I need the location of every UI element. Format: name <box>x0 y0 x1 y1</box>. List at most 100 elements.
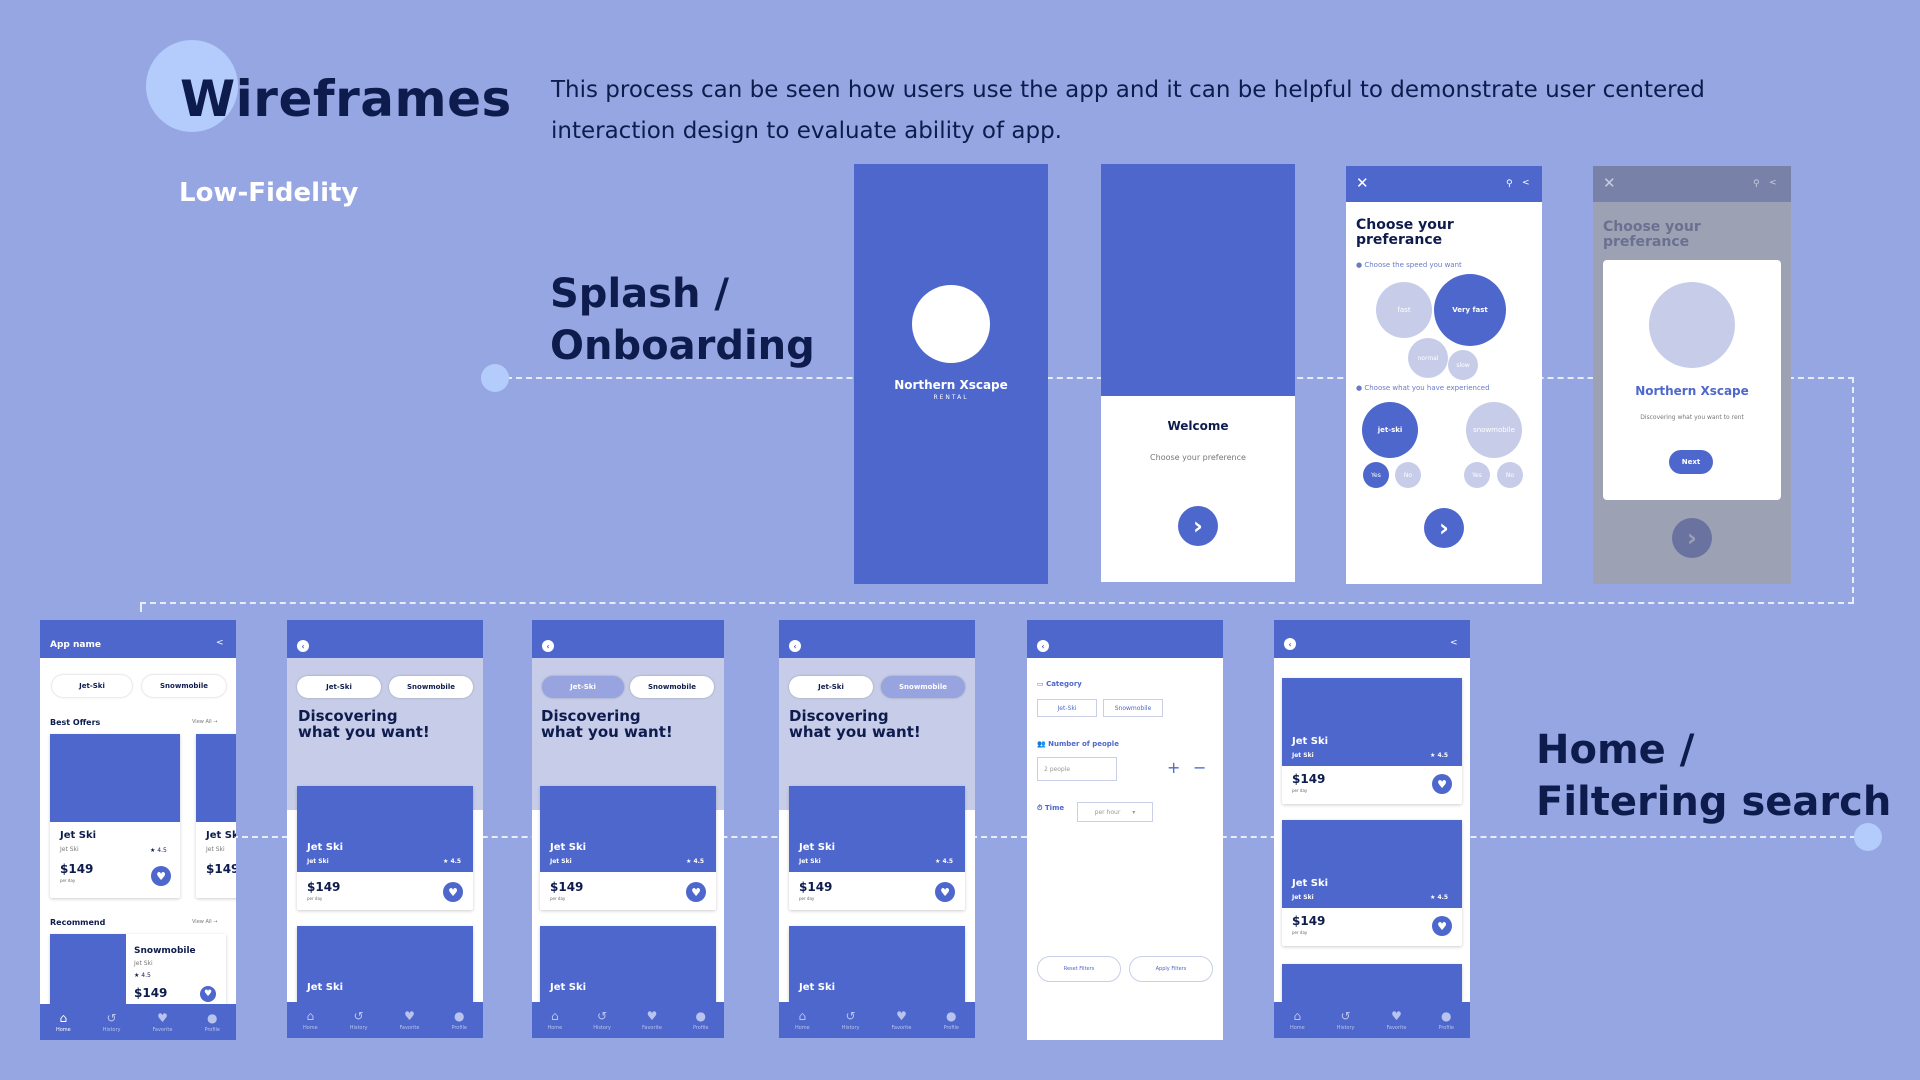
back-icon[interactable]: ‹ <box>1284 638 1296 650</box>
reset-filters-button[interactable]: Reset Filters <box>1037 956 1121 982</box>
exp-option-snowmobile[interactable]: snowmobile <box>1466 402 1522 458</box>
tab-snowmobile[interactable]: Snowmobile <box>630 676 714 698</box>
nav-history[interactable]: ↺ History <box>1337 1009 1355 1031</box>
tab-snowmobile[interactable]: Snowmobile <box>881 676 965 698</box>
product-card-per-day: per day <box>550 896 566 901</box>
speed-option-slow[interactable]: slow <box>1448 350 1478 380</box>
favorite-heart-icon[interactable]: ♥ <box>935 882 955 902</box>
product-card[interactable]: Jet Ski Jet Ski ★ 4.5 $149 per day ♥ <box>789 786 965 910</box>
people-plus-button[interactable]: + <box>1167 758 1180 777</box>
prefs-exp-label: ● Choose what you have experienced <box>1356 384 1490 392</box>
welcome-next-button[interactable]: › <box>1178 506 1218 546</box>
exp-option-jetski[interactable]: jet-ski <box>1362 402 1418 458</box>
product-card-2[interactable]: Jet Ski <box>789 926 965 1006</box>
offer-card-per-day: per day <box>60 878 76 883</box>
result-card[interactable]: Jet Ski Jet Ski ★ 4.5 $149 per day ♥ <box>1282 678 1462 804</box>
nav-home[interactable]: ⌂ Home <box>303 1009 318 1031</box>
nav-home[interactable]: ⌂ Home <box>1290 1009 1305 1031</box>
nav-home[interactable]: ⌂ Home <box>56 1011 71 1033</box>
nav-history[interactable]: ↺ History <box>103 1011 121 1033</box>
nav-profile[interactable]: ● Profile <box>204 1011 220 1033</box>
result-card-2-price: $149 <box>1292 914 1326 928</box>
speed-option-very-fast[interactable]: Very fast <box>1434 274 1506 346</box>
offer-card-rating: ★ 4.5 <box>150 847 167 854</box>
back-icon[interactable]: ‹ <box>542 640 554 652</box>
connector-dot-start <box>481 364 509 392</box>
recommend-card[interactable]: Snowmobile Jet Ski ★ 4.5 $149 ♥ <box>50 934 226 1014</box>
back-icon[interactable]: ‹ <box>789 640 801 652</box>
share-icon[interactable]: < <box>1522 178 1530 188</box>
nav-favorite[interactable]: ♥ Favorite <box>399 1009 419 1031</box>
nav-profile[interactable]: ● Profile <box>693 1009 709 1031</box>
best-offers-view-all[interactable]: View All → <box>192 719 217 725</box>
favorite-heart-icon[interactable]: ♥ <box>151 866 171 886</box>
tab-jetski[interactable]: Jet-Ski <box>52 675 132 697</box>
heart-icon: ♥ <box>896 1009 907 1023</box>
people-input[interactable]: 2 people <box>1037 757 1117 781</box>
speed-option-fast[interactable]: fast <box>1376 282 1432 338</box>
time-label-text: Time <box>1044 804 1065 812</box>
tab-snowmobile[interactable]: Snowmobile <box>389 676 473 698</box>
back-icon[interactable]: ‹ <box>1037 640 1049 652</box>
nav-profile[interactable]: ● Profile <box>451 1009 467 1031</box>
favorite-heart-icon[interactable]: ♥ <box>1432 916 1452 936</box>
tab-snowmobile[interactable]: Snowmobile <box>142 675 226 697</box>
snowmobile-no-button[interactable]: No <box>1497 462 1523 488</box>
nav-favorite[interactable]: ♥ Favorite <box>152 1011 172 1033</box>
favorite-heart-icon[interactable]: ♥ <box>443 882 463 902</box>
nav-profile[interactable]: ● Profile <box>943 1009 959 1031</box>
offer-card-2-image <box>196 734 236 822</box>
offer-card-2-price: $149 <box>206 862 236 876</box>
product-card[interactable]: Jet Ski Jet Ski ★ 4.5 $149 per day ♥ <box>297 786 473 910</box>
nav-history[interactable]: ↺ History <box>593 1009 611 1031</box>
product-card-2-title: Jet Ski <box>550 982 587 993</box>
nav-home[interactable]: ⌂ Home <box>547 1009 562 1031</box>
recommend-view-all[interactable]: View All → <box>192 919 217 925</box>
nav-history[interactable]: ↺ History <box>842 1009 860 1031</box>
people-minus-button[interactable]: − <box>1193 758 1206 777</box>
share-icon[interactable]: < <box>1450 638 1458 648</box>
back-icon[interactable]: ‹ <box>297 640 309 652</box>
category-chip-jetski[interactable]: Jet-Ski <box>1037 699 1097 717</box>
result-card-2-rating: ★ 4.5 <box>1430 894 1449 901</box>
product-card-per-day: per day <box>799 896 815 901</box>
time-select[interactable]: per hour ▾ <box>1077 802 1153 822</box>
profile-icon: ● <box>695 1009 706 1023</box>
product-card-2[interactable]: Jet Ski <box>540 926 716 1006</box>
favorite-heart-icon[interactable]: ♥ <box>200 986 216 1002</box>
welcome-hero <box>1101 164 1295 396</box>
nav-favorite-label: Favorite <box>1386 1025 1407 1031</box>
favorite-heart-icon[interactable]: ♥ <box>1432 774 1452 794</box>
favorite-heart-icon[interactable]: ♥ <box>686 882 706 902</box>
section-title-splash-line2: Onboarding <box>550 323 815 369</box>
category-chip-snowmobile[interactable]: Snowmobile <box>1103 699 1163 717</box>
nav-history[interactable]: ↺ History <box>350 1009 368 1031</box>
apply-filters-button[interactable]: Apply Filters <box>1129 956 1213 982</box>
tab-jetski[interactable]: Jet-Ski <box>542 676 624 698</box>
tab-jetski[interactable]: Jet-Ski <box>297 676 381 698</box>
discover-b-header: ‹ <box>532 620 724 658</box>
modal-next-button[interactable]: Next <box>1669 450 1713 474</box>
product-card[interactable]: Jet Ski Jet Ski ★ 4.5 $149 per day ♥ <box>540 786 716 910</box>
share-icon[interactable]: < <box>216 638 224 648</box>
product-card-per-day: per day <box>307 896 323 901</box>
jetski-yes-button[interactable]: Yes <box>1363 462 1389 488</box>
prefs-next-button[interactable]: › <box>1424 508 1464 548</box>
search-icon[interactable]: ⚲ <box>1506 179 1513 189</box>
nav-profile[interactable]: ● Profile <box>1438 1009 1454 1031</box>
nav-home-label: Home <box>794 1025 810 1031</box>
offer-card[interactable]: Jet Ski Jet Ski ★ 4.5 $149 per day ♥ <box>50 734 180 898</box>
history-icon: ↺ <box>597 1009 608 1023</box>
result-card-2[interactable]: Jet Ski Jet Ski ★ 4.5 $149 per day ♥ <box>1282 820 1462 946</box>
nav-favorite[interactable]: ♥ Favorite <box>1386 1009 1406 1031</box>
nav-favorite[interactable]: ♥ Favorite <box>891 1009 911 1031</box>
jetski-no-button[interactable]: No <box>1395 462 1421 488</box>
snowmobile-yes-button[interactable]: Yes <box>1464 462 1490 488</box>
speed-option-normal[interactable]: normal <box>1408 338 1448 378</box>
offer-card-2[interactable]: Jet Ski Jet Ski $149 <box>196 734 236 898</box>
discover-b-heading-line1: Discovering <box>541 707 641 725</box>
nav-favorite[interactable]: ♥ Favorite <box>642 1009 662 1031</box>
product-card-2[interactable]: Jet Ski <box>297 926 473 1006</box>
tab-jetski[interactable]: Jet-Ski <box>789 676 873 698</box>
nav-home[interactable]: ⌂ Home <box>795 1009 810 1031</box>
